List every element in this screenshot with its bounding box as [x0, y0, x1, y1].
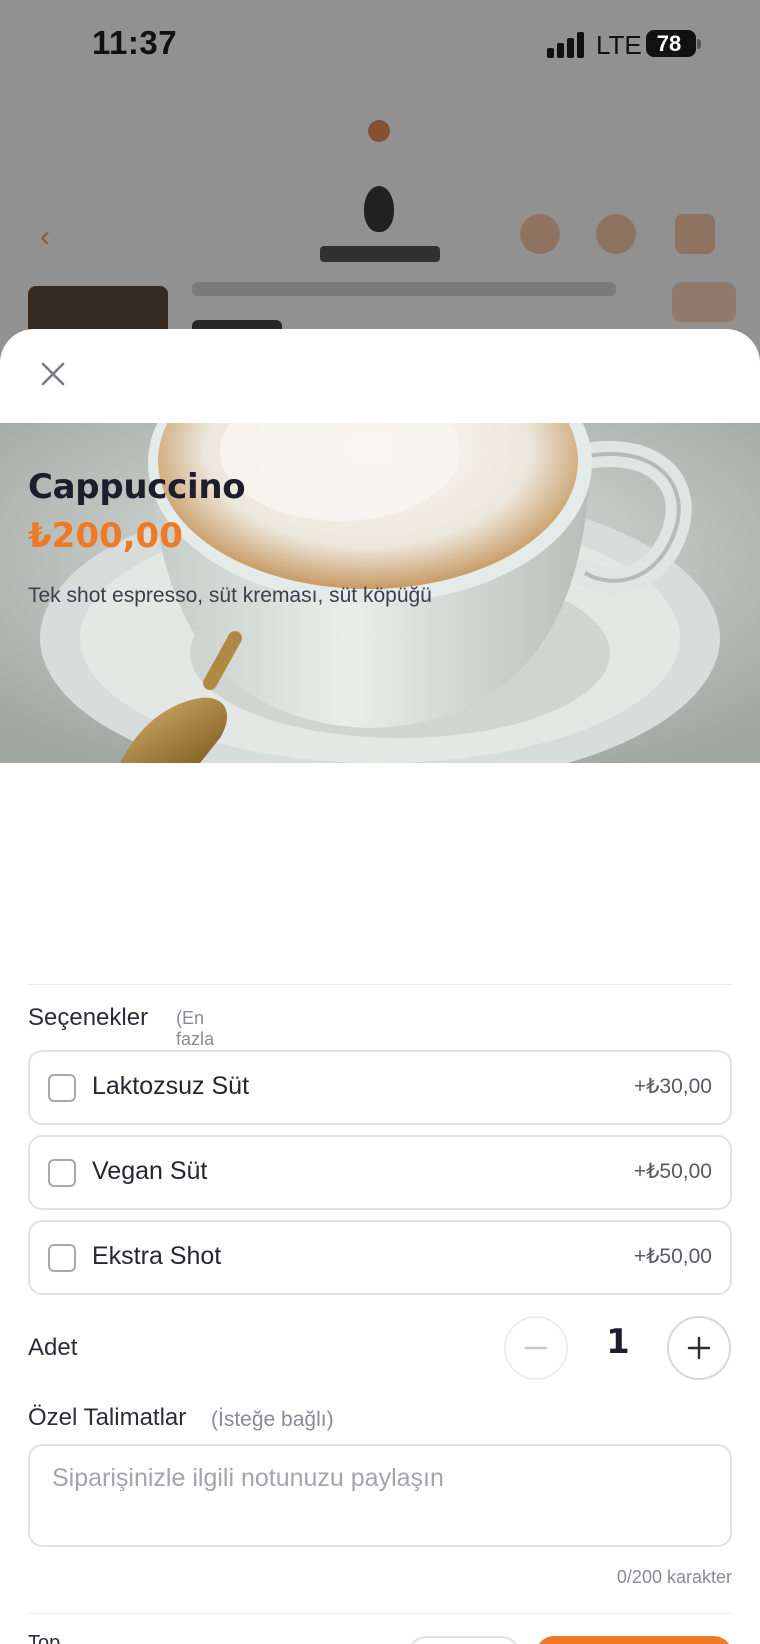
product-price: ₺200,00	[28, 516, 183, 556]
checkbox-icon[interactable]	[48, 1074, 76, 1102]
option-price: +₺30,00	[633, 1075, 712, 1098]
special-instructions-input[interactable]	[28, 1444, 732, 1547]
checkbox-icon[interactable]	[48, 1159, 76, 1187]
footer-secondary-button[interactable]	[408, 1636, 520, 1644]
option-label: Vegan Süt	[92, 1157, 208, 1185]
option-laktozsuz-sut[interactable]: Laktozsuz Süt +₺30,00	[28, 1050, 732, 1125]
total-label: Top	[28, 1632, 61, 1644]
product-name: Cappuccino	[28, 467, 246, 507]
status-bar: 11:37 LTE 78	[0, 0, 760, 90]
quantity-label: Adet	[28, 1334, 78, 1361]
quantity-value: 1	[606, 1322, 630, 1362]
plus-icon	[687, 1336, 711, 1360]
option-price: +₺50,00	[633, 1245, 712, 1268]
option-price: +₺50,00	[633, 1160, 712, 1183]
close-button[interactable]	[32, 353, 74, 395]
network-label: LTE	[596, 30, 642, 60]
option-label: Ekstra Shot	[92, 1242, 222, 1270]
notes-title: Özel Talimatlar	[28, 1404, 187, 1431]
minus-icon	[524, 1346, 548, 1350]
option-ekstra-shot[interactable]: Ekstra Shot +₺50,00	[28, 1220, 732, 1295]
product-description: Tek shot espresso, süt kreması, süt köpü…	[28, 584, 432, 607]
close-icon	[41, 362, 65, 386]
checkbox-icon[interactable]	[48, 1244, 76, 1272]
option-vegan-sut[interactable]: Vegan Süt +₺50,00	[28, 1135, 732, 1210]
increase-quantity-button[interactable]	[667, 1316, 731, 1380]
character-count: 0/200 karakter	[616, 1567, 732, 1587]
battery-icon: 78	[646, 30, 701, 57]
signal-icon	[547, 32, 587, 58]
decrease-quantity-button[interactable]	[504, 1316, 568, 1380]
divider	[28, 1613, 732, 1614]
notes-hint: (İsteğe bağlı)	[211, 1408, 334, 1431]
options-title: Seçenekler	[28, 1004, 149, 1031]
status-time: 11:37	[92, 24, 178, 61]
add-to-cart-button[interactable]	[536, 1636, 732, 1644]
option-label: Laktozsuz Süt	[92, 1072, 250, 1100]
divider	[28, 984, 732, 985]
